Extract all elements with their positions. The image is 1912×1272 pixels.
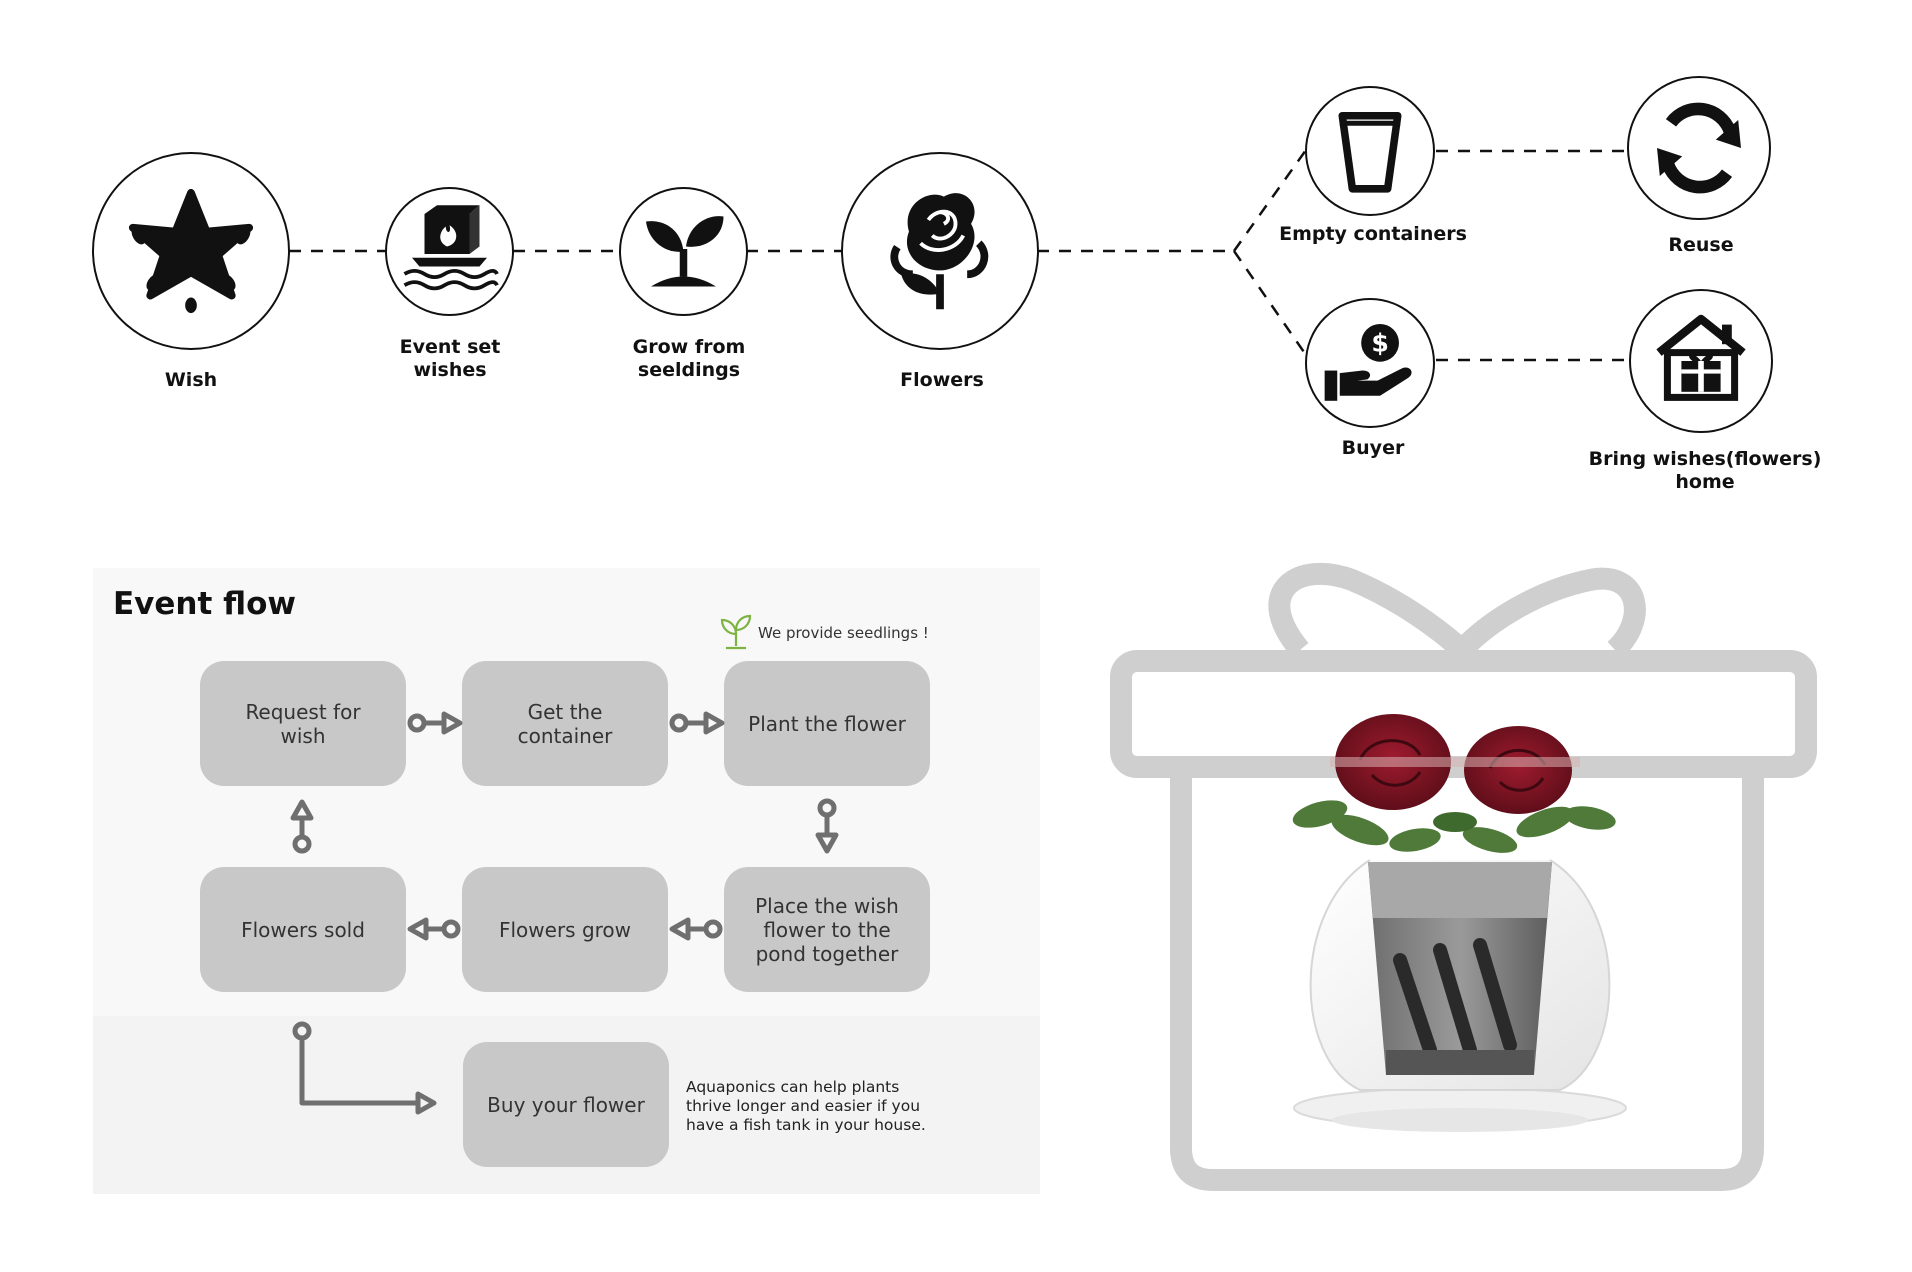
lid-overlap-band bbox=[1330, 757, 1580, 767]
gift-illustration bbox=[1110, 562, 1817, 1191]
rose-leaves bbox=[1292, 800, 1616, 853]
flower-pot bbox=[1368, 862, 1552, 1075]
globe-foot bbox=[1332, 1108, 1588, 1132]
